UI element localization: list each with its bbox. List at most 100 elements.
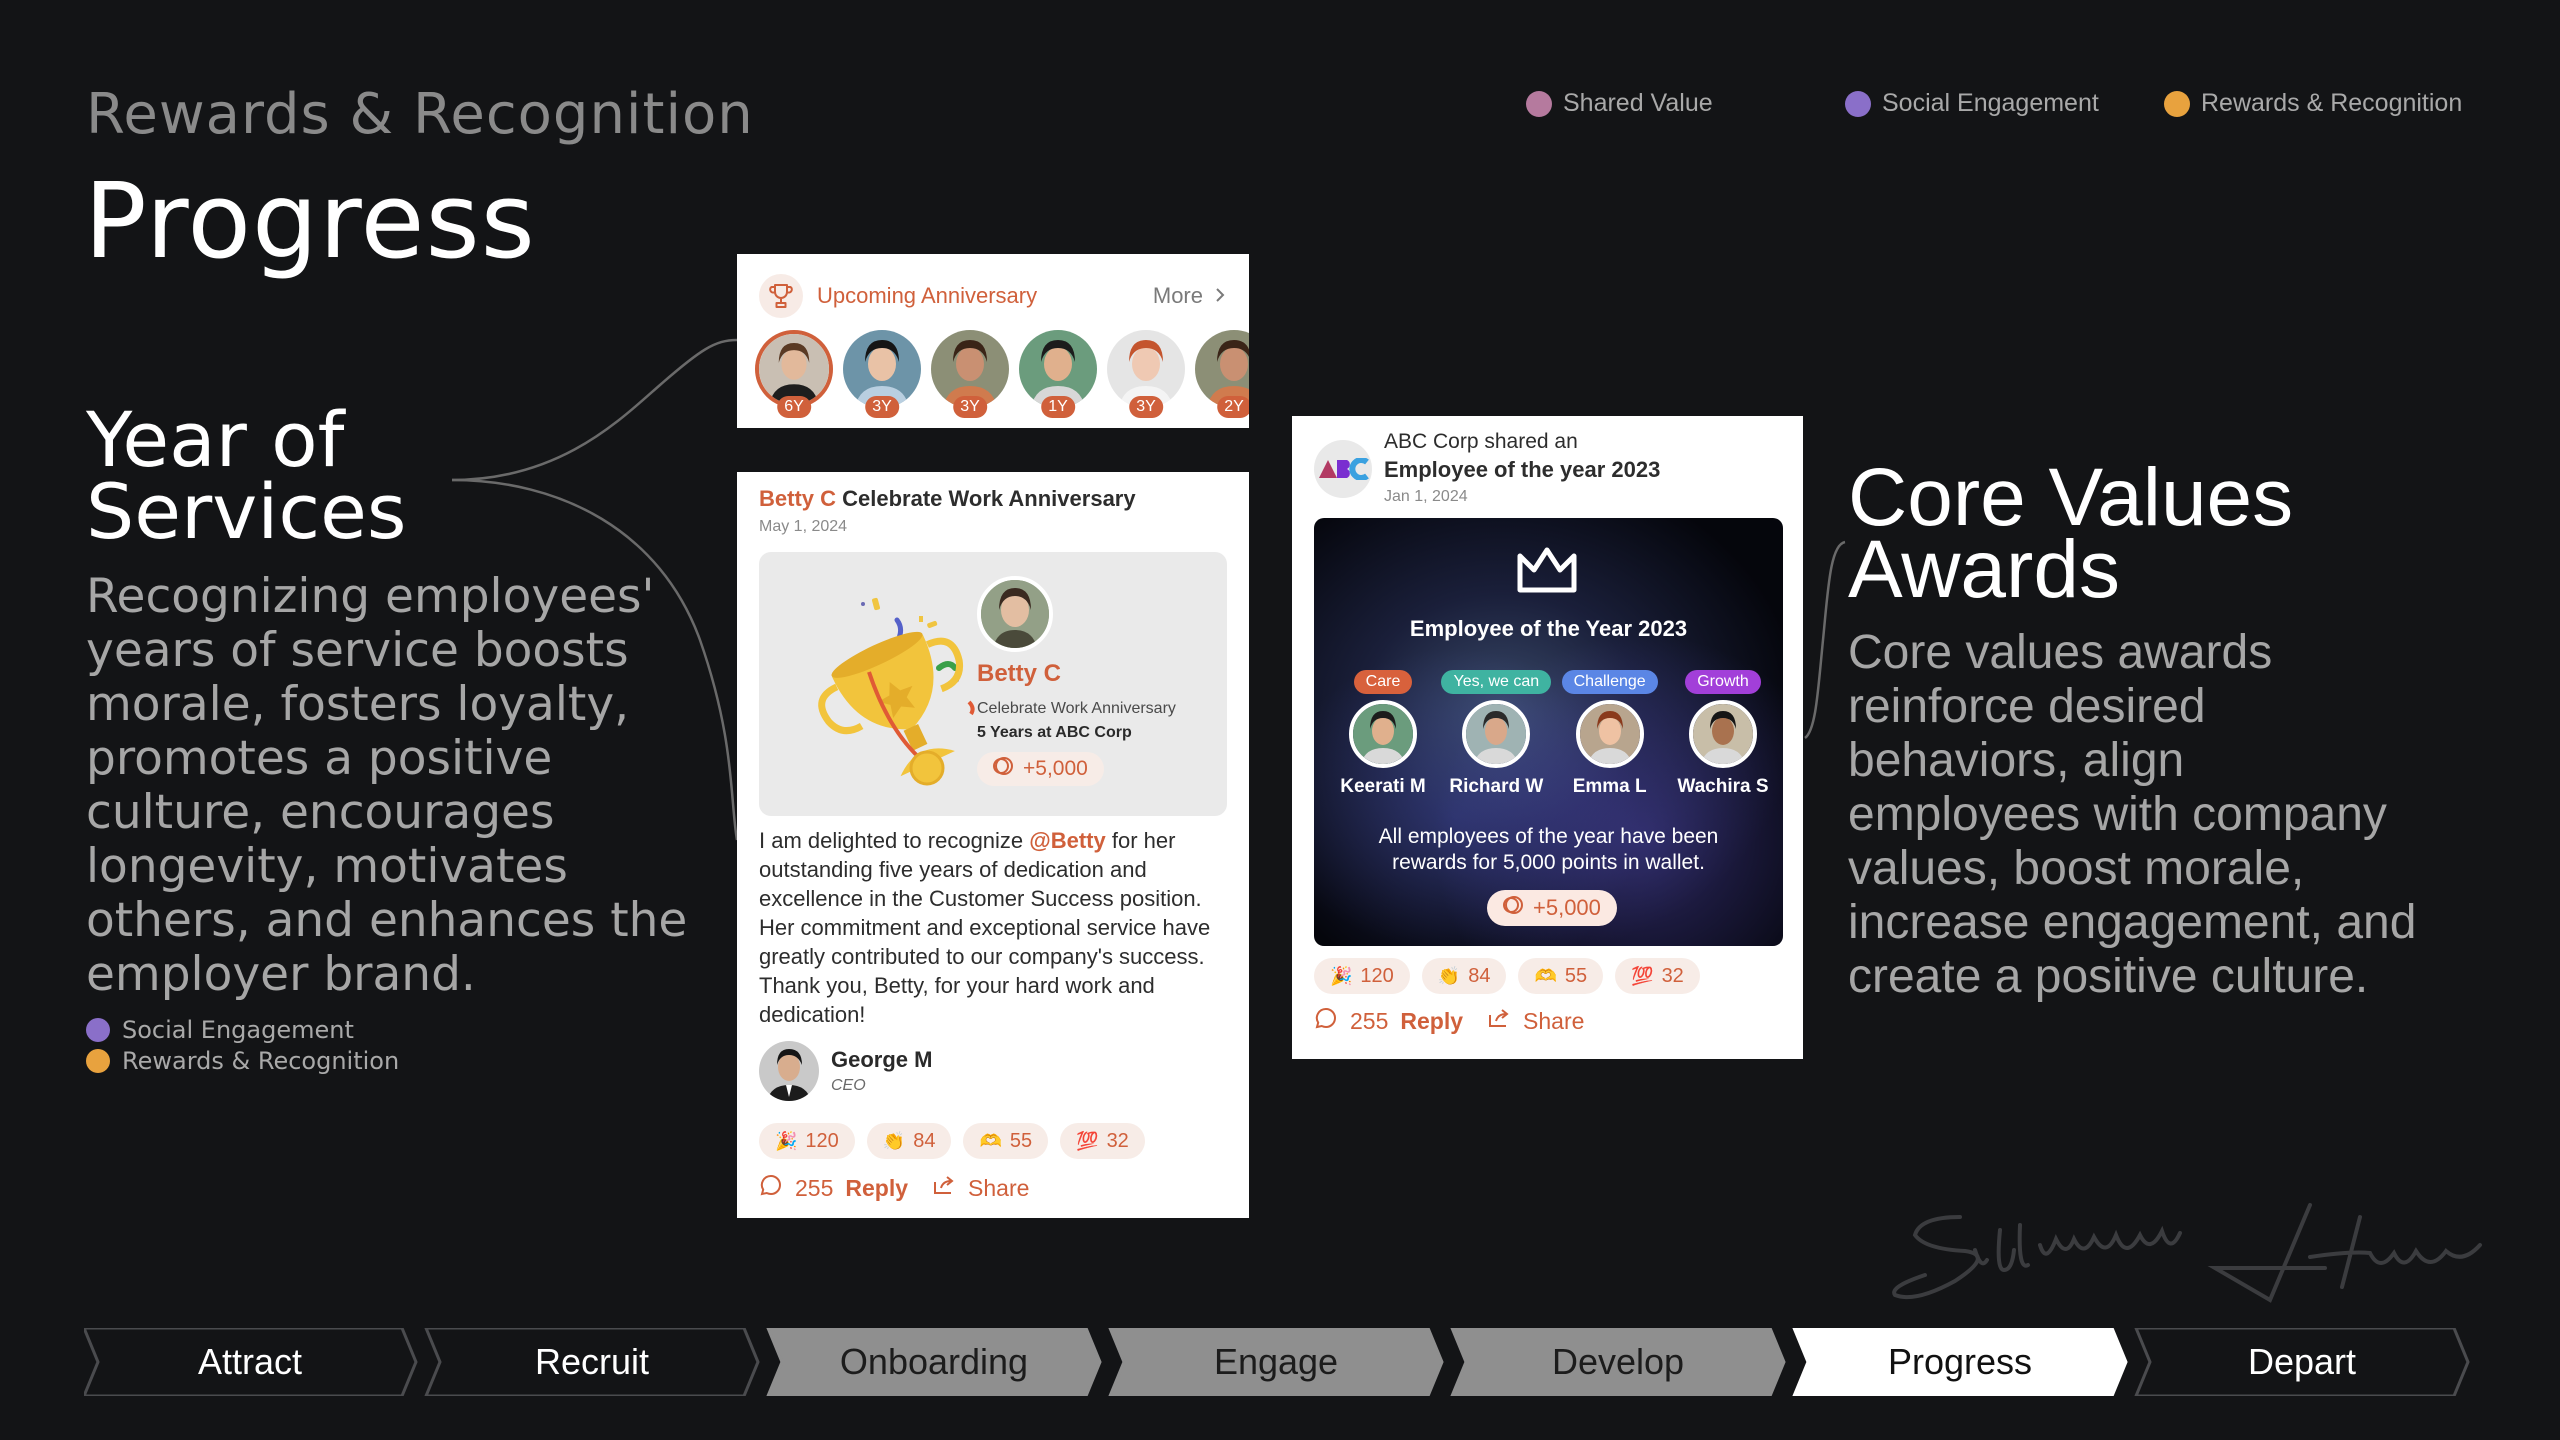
comment-count: 255: [1350, 1007, 1389, 1034]
reaction-pill[interactable]: 👏 84: [866, 1123, 952, 1159]
journey-step-onboarding[interactable]: Onboarding: [768, 1328, 1100, 1396]
journey-step-develop[interactable]: Develop: [1452, 1328, 1784, 1396]
banner-line: rewards for 5,000 points in wallet.: [1392, 851, 1705, 874]
years-badge: 2Y: [1217, 396, 1249, 418]
anniversary-person[interactable]: 1Y: [1019, 330, 1097, 418]
journey-step-progress[interactable]: Progress: [1794, 1328, 2126, 1396]
anniversary-person[interactable]: 3Y: [1107, 330, 1185, 418]
desc-line: increase engagement, and: [1848, 896, 2417, 949]
winner[interactable]: Yes, we can Richard W: [1441, 670, 1552, 798]
journey-step-attract[interactable]: Attract: [84, 1328, 416, 1396]
post-message: I am delighted to recognize @Betty for h…: [759, 826, 1227, 1029]
author-name: George M: [831, 1047, 933, 1072]
years-badge: 3Y: [1129, 396, 1163, 418]
card-title: Upcoming Anniversary: [817, 283, 1038, 308]
core-values-section: Core Values Awards Core values awards re…: [1848, 457, 2488, 1004]
anniversary-person[interactable]: 3Y: [843, 330, 921, 418]
post-line2: Employee of the year 2023: [1384, 457, 1661, 482]
anniversary-person[interactable]: 2Y: [1195, 330, 1249, 418]
winner-name: Richard W: [1449, 776, 1544, 797]
points-badge: +5,000: [977, 752, 1104, 786]
reaction-emoji-icon: 👏: [882, 1130, 906, 1151]
post-actions: 255 Reply Share: [1314, 1006, 1803, 1036]
mention-link[interactable]: @Betty: [1029, 828, 1105, 853]
reaction-pill[interactable]: 🎉 120: [1314, 958, 1410, 994]
points-value: +5,000: [1533, 895, 1601, 920]
reaction-count: 55: [1564, 964, 1588, 987]
legend-social-engagement: Social Engagement: [86, 1014, 726, 1045]
author-avatar: [759, 1041, 819, 1101]
journey-step-engage[interactable]: Engage: [1110, 1328, 1442, 1396]
winner[interactable]: Care Keerati M: [1328, 670, 1438, 798]
reaction-count: 55: [1009, 1129, 1033, 1152]
winner[interactable]: Challenge Emma L: [1555, 670, 1665, 798]
journey-nav: Attract Recruit Onboarding Engage Develop Pro…: [84, 1328, 2476, 1396]
title-line: Awards: [1848, 524, 2120, 615]
legend-label: Social Engagement: [122, 1015, 354, 1044]
comment-count: 255: [795, 1174, 834, 1201]
more-link[interactable]: More: [1153, 283, 1225, 309]
reply-button[interactable]: Reply: [845, 1175, 908, 1202]
hero-name: Betty C: [977, 660, 1062, 687]
reaction-emoji-icon: 🫶: [979, 1130, 1002, 1151]
winner[interactable]: Growth Wachira S: [1668, 670, 1778, 798]
core-value-tag: Yes, we can: [1441, 670, 1552, 694]
reaction-count: 120: [1360, 964, 1394, 987]
desc-line: morale, fosters loyalty,: [86, 677, 630, 732]
desc-line: employees with company: [1848, 788, 2387, 841]
anniversary-person[interactable]: 6Y: [755, 330, 833, 418]
desc-line: Core values awards: [1848, 626, 2273, 679]
legend-dot: [86, 1048, 110, 1073]
points-badge: +5,000: [1487, 890, 1617, 926]
reaction-count: 120: [805, 1129, 839, 1152]
reaction-count: 84: [1468, 964, 1491, 987]
desc-line: Recognizing employees': [86, 569, 655, 624]
share-button[interactable]: Share: [968, 1175, 1029, 1202]
section-legend: Social Engagement Rewards & Recognition: [86, 1014, 726, 1076]
winner-avatar: [1575, 700, 1644, 768]
winner-list: Care Keerati M Yes, we can Richard W Challen…: [1328, 670, 1778, 798]
desc-line: values, boost morale,: [1848, 842, 2305, 895]
upcoming-anniversary-card: Upcoming Anniversary More 6Y 3Y 3Y 1Y 3Y 2Y: [737, 254, 1249, 428]
post-user-link[interactable]: Betty C: [759, 486, 836, 511]
reaction-list: 🎉 120 👏 84 🫶 55 💯 32: [1314, 958, 1803, 994]
core-value-tag: Challenge: [1561, 670, 1658, 694]
reaction-pill[interactable]: 💯 32: [1615, 958, 1700, 994]
journey-step-recruit[interactable]: Recruit: [426, 1328, 758, 1396]
reaction-pill[interactable]: 🫶 55: [963, 1123, 1049, 1159]
reaction-pill[interactable]: 🫶 55: [1518, 958, 1604, 994]
reaction-pill[interactable]: 🎉 120: [759, 1123, 855, 1159]
post-actions: 255 Reply Share: [759, 1173, 1227, 1203]
journey-step-depart[interactable]: Depart: [2136, 1328, 2468, 1396]
comment-icon: [1314, 1006, 1338, 1036]
reply-button[interactable]: Reply: [1400, 1008, 1463, 1035]
reaction-emoji-icon: 💯: [1631, 965, 1654, 986]
title-line: Services: [86, 467, 407, 556]
reaction-count: 84: [913, 1129, 936, 1152]
employee-of-year-post-card: ABC Corp shared an Employee of the year …: [1292, 416, 1803, 1059]
anniversary-avatar-list: 6Y 3Y 3Y 1Y 3Y 2Y: [737, 324, 1249, 418]
trophy-illustration-icon: [818, 597, 975, 786]
anniversary-person[interactable]: 3Y: [931, 330, 1009, 418]
reaction-list: 🎉 120 👏 84 🫶 55 💯 32: [759, 1123, 1227, 1159]
legend-dot: [86, 1017, 110, 1042]
reaction-emoji-icon: 💯: [1076, 1130, 1099, 1151]
reaction-count: 32: [1661, 964, 1684, 987]
share-button[interactable]: Share: [1523, 1008, 1584, 1035]
banner-message: All employees of the year have been rewa…: [1314, 824, 1783, 876]
reaction-pill[interactable]: 💯 32: [1060, 1123, 1145, 1159]
reaction-pill[interactable]: 👏 84: [1421, 958, 1507, 994]
company-logo-icon: [1314, 440, 1372, 498]
anniversary-post-card: Betty C Celebrate Work Anniversary May 1…: [737, 472, 1249, 1218]
banner-line: All employees of the year have been: [1378, 825, 1719, 848]
post-author: George M CEO: [759, 1041, 1227, 1101]
years-badge: 6Y: [777, 396, 811, 418]
reaction-emoji-icon: 🎉: [775, 1130, 798, 1151]
message-text: for her outstanding five years of dedica…: [759, 828, 1211, 1027]
winner-avatar: [1349, 700, 1417, 768]
winner-avatar: [1462, 700, 1531, 768]
post-title: Betty C Celebrate Work Anniversary: [759, 486, 1227, 512]
desc-line: promotes a positive: [86, 731, 553, 786]
share-icon: [1487, 1007, 1511, 1035]
post-action: Celebrate Work Anniversary: [842, 486, 1136, 511]
